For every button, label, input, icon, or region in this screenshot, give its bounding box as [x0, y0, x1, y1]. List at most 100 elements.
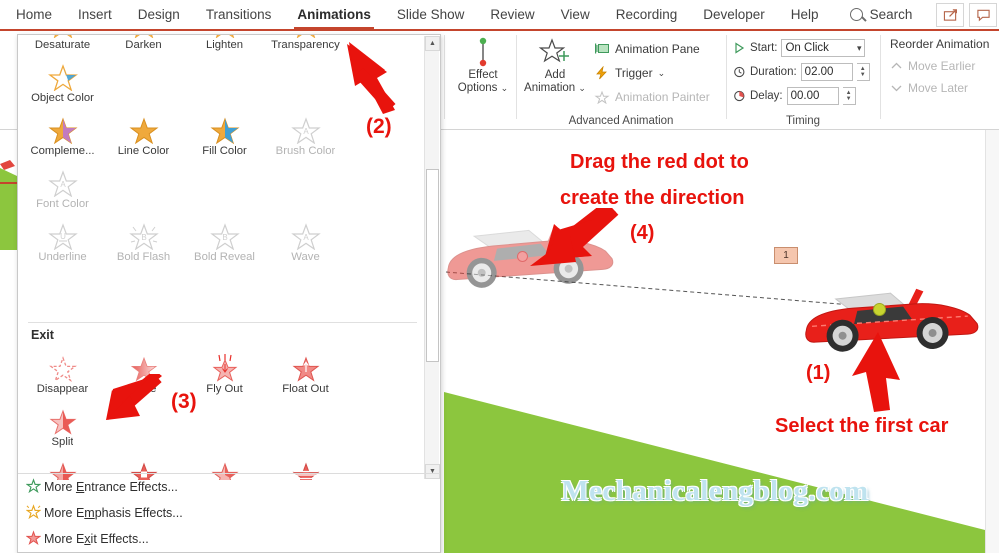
svg-text:B: B [141, 233, 146, 242]
gallery-item-object-color[interactable]: Object Color [22, 54, 103, 107]
tab-design[interactable]: Design [138, 0, 180, 30]
gallery-item-bold-reveal: B Bold Reveal [184, 213, 265, 266]
gallery-item-label: Wave [291, 251, 320, 263]
gallery-item-disappear[interactable]: Disappear [22, 345, 103, 398]
slide-thumbnail-preview [0, 150, 17, 250]
emphasis-row-3: U Underline B Bold Flash B Bold Reveal A… [18, 213, 427, 319]
timing-group-label: Timing [785, 115, 821, 127]
slide-editing-area[interactable]: Mechanicalengblog.com Drag the red dot t… [444, 130, 999, 553]
duration-stepper[interactable]: ▲ ▼ [856, 63, 870, 81]
annotation-step2-number: (2) [366, 115, 392, 138]
more-entrance-effects-item[interactable]: More Entrance Effects... [18, 474, 440, 500]
powerpoint-window: Home Insert Design Transitions Animation… [0, 0, 999, 553]
animation-order-tag[interactable]: 1 [774, 247, 798, 264]
more-emphasis-effects-label: More Emphasis Effects... [44, 506, 183, 520]
exit-row-1: Disappear Fade Fly Out [18, 345, 427, 451]
tab-recording[interactable]: Recording [616, 0, 678, 30]
gallery-item-label: Bold Flash [116, 251, 171, 263]
tab-developer[interactable]: Developer [703, 0, 765, 30]
move-earlier-button: Move Earlier [890, 55, 998, 77]
ribbon-separator [516, 35, 517, 119]
gallery-item-wave: A Wave [265, 213, 346, 266]
emphasis-star-icon [128, 115, 159, 145]
play-triangle-icon [735, 42, 745, 54]
reorder-animation-group: Reorder Animation Move Earlier Move Late… [890, 37, 998, 99]
timing-group: Start: On Click ▾ Duration: 02.00 ▲ ▼ De… [733, 36, 873, 108]
emphasis-star-icon [209, 115, 240, 145]
tab-slide-show[interactable]: Slide Show [397, 0, 465, 30]
annotation-arrow-step3 [106, 374, 162, 420]
stepper-down-icon: ▼ [845, 96, 852, 102]
comments-button[interactable] [969, 3, 997, 27]
scrollbar-thumb[interactable] [426, 169, 439, 362]
gallery-item-split[interactable]: Split [22, 398, 103, 451]
gallery-item-darken[interactable]: Darken [103, 35, 184, 54]
share-button[interactable] [936, 3, 964, 27]
gallery-item-label: Compleme... [30, 145, 95, 157]
animation-pane-button[interactable]: Animation Pane [594, 37, 724, 61]
search-box[interactable]: Search [849, 7, 913, 22]
search-icon [849, 8, 863, 21]
gallery-section-exit-title: Exit [31, 328, 54, 342]
duration-input[interactable]: 02.00 [800, 63, 853, 81]
tab-home[interactable]: Home [16, 0, 52, 30]
ribbon-separator [880, 35, 881, 119]
annotation-arrow-step4 [530, 208, 619, 266]
gallery-item-float-out[interactable]: Float Out [265, 345, 346, 398]
gallery-item-font-color: A Font Color [22, 160, 103, 213]
tab-transitions[interactable]: Transitions [206, 0, 272, 30]
emphasis-star-icon: A [290, 221, 321, 251]
motion-path-end-dot[interactable] [873, 303, 886, 316]
trigger-button[interactable]: Trigger ⌄ [594, 61, 724, 85]
motion-path-line-icon [452, 35, 514, 69]
exit-star-icon [25, 530, 42, 548]
svg-text:U: U [60, 232, 66, 241]
gallery-item-desaturate[interactable]: Desaturate [22, 35, 103, 54]
add-animation-line2: Animation ⌄ [522, 82, 588, 95]
annotation-step4-line1: Drag the red dot to [570, 151, 749, 173]
gallery-item-fill-color[interactable]: Fill Color [184, 107, 265, 160]
delay-stepper[interactable]: ▲ ▼ [842, 87, 856, 105]
tab-help[interactable]: Help [791, 0, 819, 30]
animation-painter-icon [594, 90, 610, 104]
annotation-step3-number: (3) [171, 390, 197, 413]
gallery-item-complementary[interactable]: Compleme... [22, 107, 103, 160]
tab-insert[interactable]: Insert [78, 0, 112, 30]
effect-options-button[interactable]: Effect Options ⌄ [452, 35, 514, 95]
effect-options-line1: Effect [468, 69, 498, 81]
gallery-item-lighten[interactable]: Lighten [184, 35, 265, 54]
watermark: Mechanicalengblog.com [561, 475, 869, 507]
tab-animations[interactable]: Animations [294, 0, 374, 30]
trigger-label: Trigger [615, 66, 653, 80]
emphasis-star-icon: A [290, 115, 321, 145]
more-entrance-effects-label: More Entrance Effects... [44, 480, 178, 494]
gallery-item-label: Lighten [205, 39, 244, 51]
slide-thumbnail-sliver[interactable] [0, 150, 17, 250]
delay-input[interactable]: 00.00 [786, 87, 839, 105]
delay-row: Delay: 00.00 ▲ ▼ [733, 84, 873, 108]
svg-text:B: B [222, 233, 227, 242]
gallery-item-label: Disappear [36, 383, 89, 395]
gallery-item-label: Float Out [282, 383, 329, 395]
clock-icon [734, 66, 745, 78]
exit-star-icon [210, 353, 240, 383]
advanced-animation-group-label: Advanced Animation [568, 115, 674, 127]
gallery-item-line-color[interactable]: Line Color [103, 107, 184, 160]
scroll-up-button[interactable]: ▲ [425, 36, 440, 51]
search-label: Search [869, 7, 913, 22]
gallery-item-label: Desaturate [34, 39, 91, 51]
gallery-scrollbar[interactable]: ▲ ▼ [424, 36, 440, 479]
effect-options-line2: Options ⌄ [452, 82, 514, 95]
more-exit-effects-item[interactable]: More Exit Effects... [18, 526, 440, 552]
svg-text:A: A [303, 233, 309, 242]
start-select[interactable]: On Click ▾ [781, 39, 866, 57]
tab-review[interactable]: Review [490, 0, 534, 30]
more-emphasis-effects-item[interactable]: More Emphasis Effects... [18, 500, 440, 526]
gallery-item-label: Line Color [117, 145, 170, 157]
add-animation-button[interactable]: Add Animation ⌄ [522, 35, 588, 95]
tab-view[interactable]: View [561, 0, 590, 30]
slide-vertical-scrollbar[interactable] [985, 130, 999, 553]
annotation-arrow-step2 [347, 42, 396, 114]
move-earlier-label: Move Earlier [908, 59, 976, 73]
annotation-step4-number: (4) [630, 222, 655, 244]
